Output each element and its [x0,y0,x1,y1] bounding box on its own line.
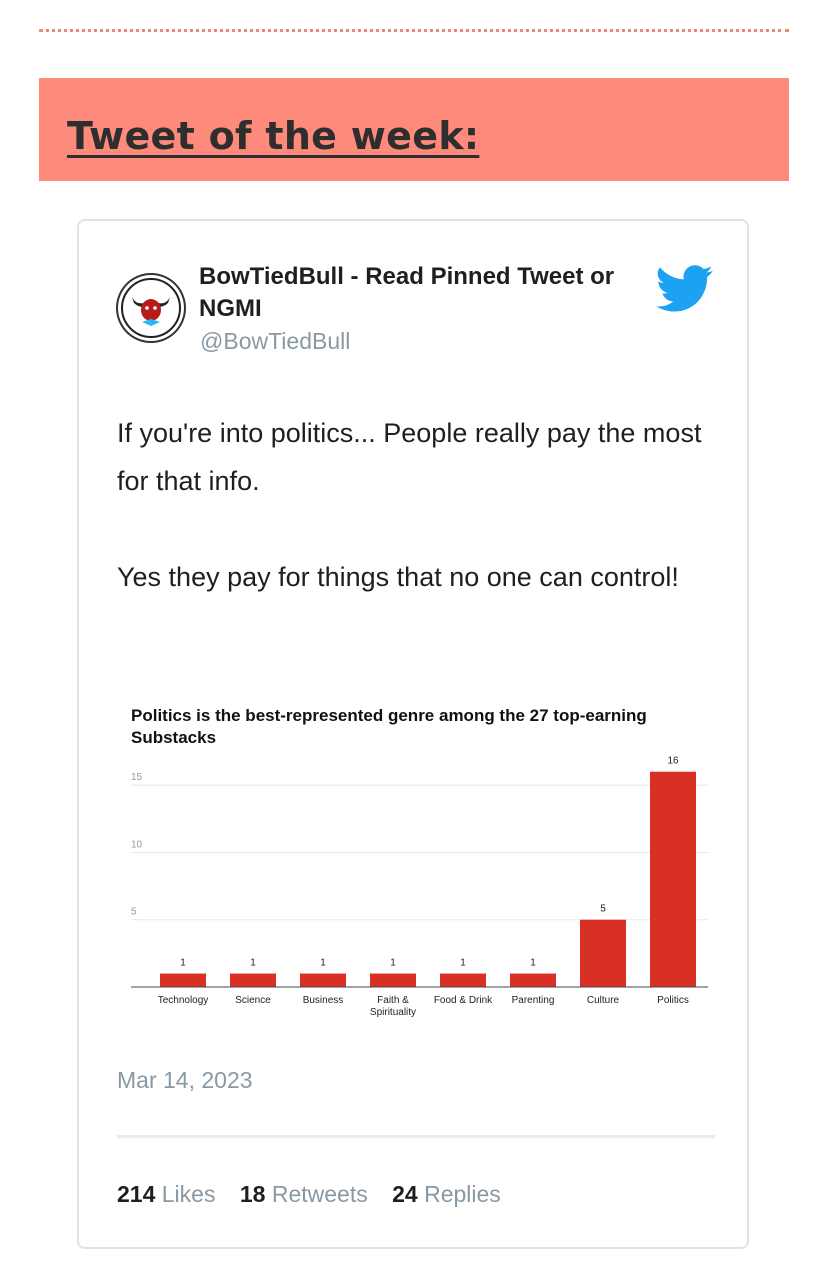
tweet-image-chart[interactable]: Politics is the best-represented genre a… [116,691,716,1021]
x-tick-label: Faith & [377,995,409,1006]
bar [370,973,416,987]
data-label: 16 [667,756,679,767]
x-tick-label: Culture [587,995,620,1006]
data-label: 1 [250,958,256,969]
replies-stat[interactable]: 24 Replies [392,1181,501,1207]
likes-label: Likes [161,1181,216,1207]
x-tick-label: Science [235,995,271,1006]
replies-count: 24 [392,1181,418,1207]
twitter-bird-icon[interactable] [656,265,714,313]
x-tick-label: Food & Drink [434,995,493,1006]
data-label: 1 [530,958,536,969]
y-tick-label: 15 [131,772,143,783]
x-tick-label: Business [303,995,344,1006]
tweet-paragraph: If you're into politics... People really… [117,418,702,496]
bar [300,973,346,987]
avatar[interactable] [118,275,184,341]
x-tick-label: Technology [158,995,209,1006]
tweet-body: If you're into politics... People really… [117,409,717,601]
x-tick-label: Politics [657,995,689,1006]
bar [160,973,206,987]
bull-avatar-icon [121,278,181,338]
data-label: 1 [460,958,466,969]
retweets-label: Retweets [271,1181,368,1207]
tweet-date[interactable]: Mar 14, 2023 [117,1067,253,1094]
section-banner: Tweet of the week: [39,78,789,181]
data-label: 1 [180,958,186,969]
author-name[interactable]: BowTiedBull - Read Pinned Tweet or NGMI [199,261,659,325]
bar [510,973,556,987]
bar [580,919,626,987]
likes-count: 214 [117,1181,156,1207]
chart-title: Politics is the best-represented genre a… [131,706,647,725]
tweet-paragraph: Yes they pay for things that no one can … [117,562,679,592]
chart-title: Substacks [131,728,216,747]
bar-chart: Politics is the best-represented genre a… [131,706,708,1018]
x-tick-label: Parenting [512,995,555,1006]
dotted-divider [39,29,789,32]
retweets-count: 18 [239,1181,266,1207]
bar [650,771,696,987]
bar [230,973,276,987]
replies-label: Replies [424,1181,501,1207]
data-label: 5 [600,904,606,915]
author-handle[interactable]: @BowTiedBull [200,328,350,355]
bar [440,973,486,987]
data-label: 1 [320,958,326,969]
embedded-tweet-card[interactable]: BowTiedBull - Read Pinned Tweet or NGMI … [77,219,749,1249]
section-title: Tweet of the week: [67,114,480,158]
y-tick-label: 10 [131,839,143,850]
retweets-stat[interactable]: 18 Retweets [240,1181,368,1207]
y-tick-label: 5 [131,907,137,918]
stats-divider [117,1135,715,1138]
data-label: 1 [390,958,396,969]
likes-stat[interactable]: 214 Likes [117,1181,215,1207]
x-tick-label: Spirituality [370,1007,416,1018]
tweet-stats: 214 Likes 18 Retweets 24 Replies [117,1181,519,1208]
